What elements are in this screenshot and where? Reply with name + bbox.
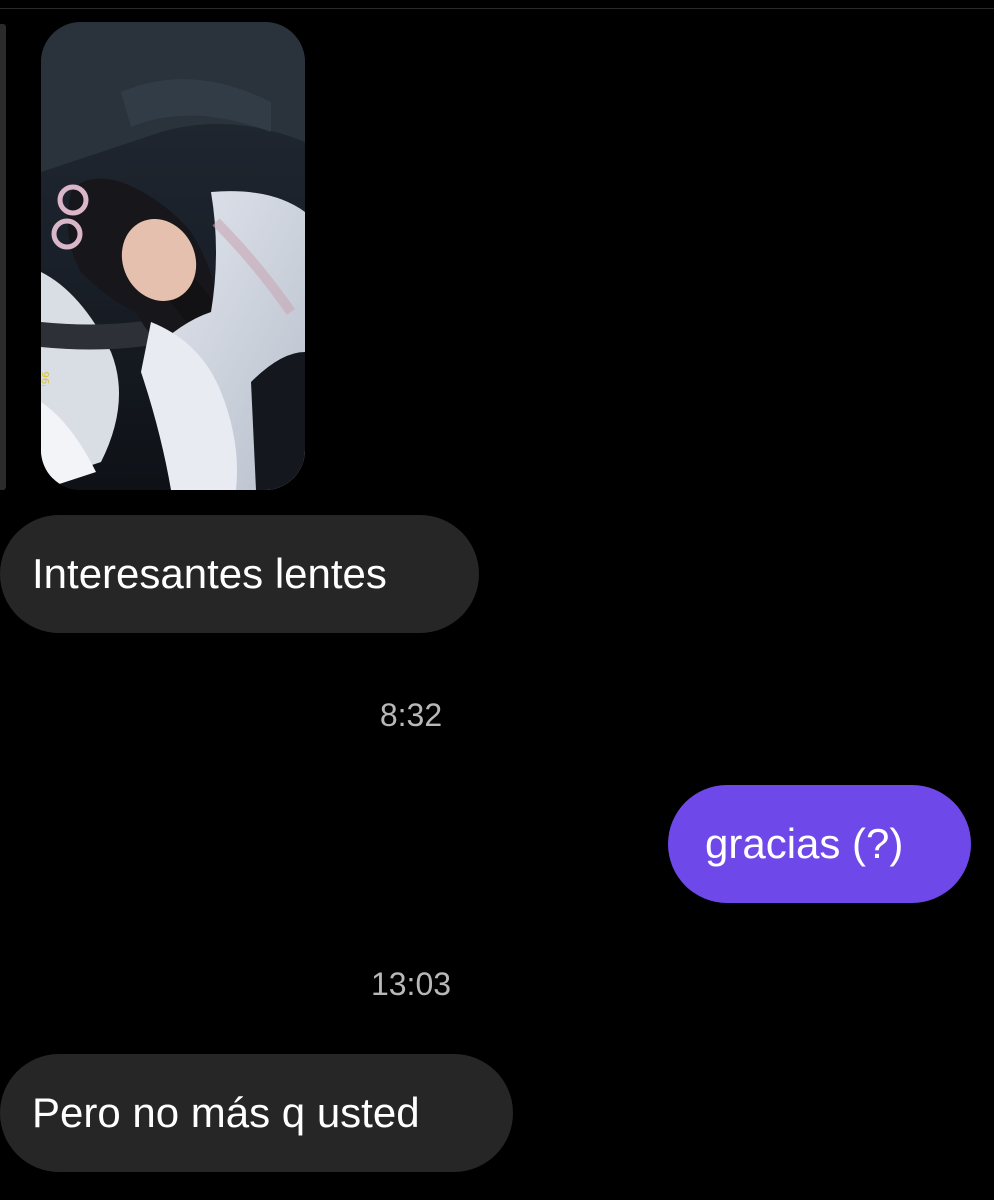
svg-text:'96: '96 [41,372,52,387]
top-divider [0,8,994,9]
message-text: Pero no más q usted [32,1089,420,1136]
sent-message-bubble[interactable]: gracias (?) [668,785,971,903]
message-timestamp: 13:03 [370,966,452,1002]
received-message-bubble[interactable]: Pero no más q usted [0,1054,513,1172]
message-timestamp: 8:32 [379,697,443,733]
previous-media-edge[interactable] [0,24,6,490]
received-photo-message[interactable]: '96 [41,22,305,490]
photo-image: '96 [41,22,305,490]
received-message-bubble[interactable]: Interesantes lentes [0,515,479,633]
message-text: gracias (?) [705,820,904,867]
message-text: Interesantes lentes [32,550,387,597]
